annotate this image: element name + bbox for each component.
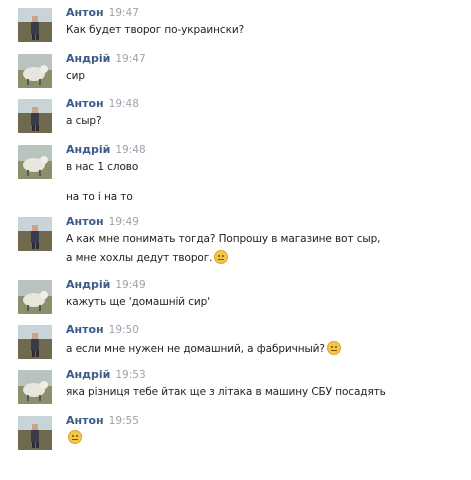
message-text-line: а мне хохлы дедут творог. <box>66 250 229 264</box>
avatar-andriy[interactable] <box>18 370 52 404</box>
embarrassed-smiley-icon <box>68 430 82 444</box>
message-text: а мне хохлы дедут творог. <box>66 252 213 264</box>
message-time: 19:47 <box>108 7 139 19</box>
message-header: Андрій 19:47 <box>66 52 146 65</box>
message-text-line: а если мне нужен не домашний, а фабричны… <box>66 341 341 355</box>
author-name[interactable]: Антон <box>66 215 104 228</box>
author-name[interactable]: Антон <box>66 323 104 336</box>
message-time: 19:55 <box>108 415 139 427</box>
message-text: Как будет творог по-украински? <box>66 24 245 36</box>
avatar-anton[interactable] <box>18 8 52 42</box>
embarrassed-smiley-icon <box>214 250 229 264</box>
message-text: сир <box>66 70 85 82</box>
author-name[interactable]: Антон <box>66 414 104 427</box>
smiley-icon <box>326 341 341 355</box>
message-time: 19:48 <box>115 144 146 156</box>
message-time: 19:49 <box>108 216 139 228</box>
avatar-andriy[interactable] <box>18 145 52 179</box>
message-time: 19:50 <box>108 324 139 336</box>
author-name[interactable]: Антон <box>66 6 104 19</box>
avatar-anton[interactable] <box>18 416 52 450</box>
message-header: Андрій 19:53 <box>66 368 146 381</box>
message-text: а если мне нужен не домашний, а фабричны… <box>66 343 325 355</box>
avatar-anton[interactable] <box>18 99 52 133</box>
message-header: Антон 19:47 <box>66 6 139 19</box>
author-name[interactable]: Антон <box>66 97 104 110</box>
message-header: Андрій 19:48 <box>66 143 146 156</box>
message-time: 19:47 <box>115 53 146 65</box>
avatar-andriy[interactable] <box>18 54 52 88</box>
message-header: Андрій 19:49 <box>66 278 146 291</box>
message-time: 19:53 <box>115 369 146 381</box>
author-name[interactable]: Андрій <box>66 368 110 381</box>
author-name[interactable]: Андрій <box>66 143 110 156</box>
message-text: а сыр? <box>66 115 102 127</box>
message-text: кажуть ще 'домашній сир' <box>66 296 211 308</box>
message-text-line <box>66 430 82 444</box>
author-name[interactable]: Андрій <box>66 52 110 65</box>
avatar-andriy[interactable] <box>18 280 52 314</box>
message-time: 19:49 <box>115 279 146 291</box>
message-text: на то і на то <box>66 191 133 203</box>
avatar-anton[interactable] <box>18 217 52 251</box>
chat-history: Антон 19:47 Как будет творог по-украински… <box>0 0 471 480</box>
message-header: Антон 19:49 <box>66 215 139 228</box>
message-header: Антон 19:55 <box>66 414 139 427</box>
message-time: 19:48 <box>108 98 139 110</box>
author-name[interactable]: Андрій <box>66 278 110 291</box>
avatar-anton[interactable] <box>18 325 52 359</box>
message-text: яка різниця тебе йтак ще з літака в маши… <box>66 386 386 398</box>
message-header: Антон 19:48 <box>66 97 139 110</box>
message-header: Антон 19:50 <box>66 323 139 336</box>
message-text: в нас 1 слово <box>66 161 139 173</box>
message-text: А как мне понимать тогда? Попрошу в мага… <box>66 233 381 245</box>
